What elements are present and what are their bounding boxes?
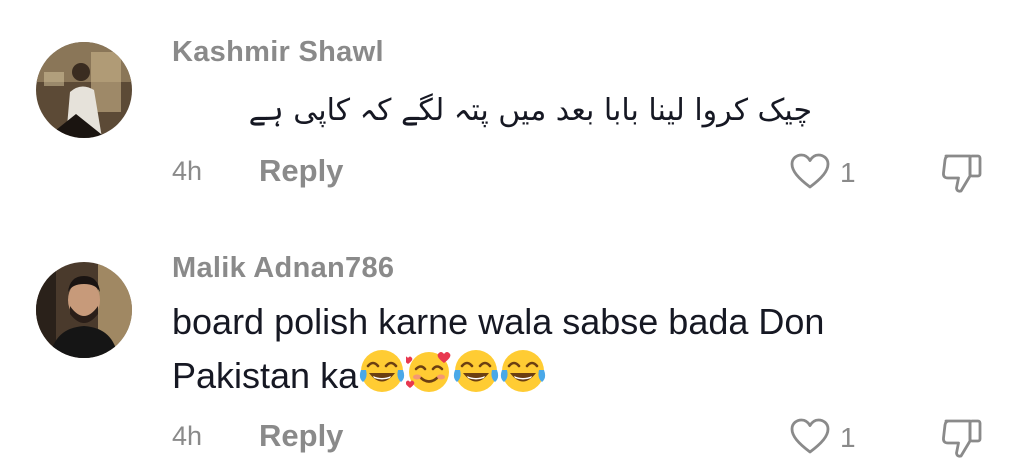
comment-item: Malik Adnan786 board polish karne wala s…	[0, 230, 1024, 476]
heart-outline-icon	[790, 153, 830, 189]
comment-text-line-1: board polish karne wala sabse bada Don	[172, 301, 825, 342]
heart-outline-icon	[790, 418, 830, 454]
comment-item: Kashmir Shawl چیک کروا لینا بابا بعد میں…	[0, 0, 1024, 230]
comment-text-line-2: Pakistan ka	[172, 348, 546, 400]
avatar[interactable]	[36, 42, 132, 138]
smiling-face-with-hearts-icon	[403, 348, 452, 394]
avatar[interactable]	[36, 262, 132, 358]
comment-time: 4h	[172, 156, 203, 186]
dislike-button[interactable]	[940, 417, 984, 459]
face-with-tears-of-joy-icon	[359, 348, 405, 394]
comment-username[interactable]: Malik Adnan786	[172, 252, 394, 285]
reply-button[interactable]: Reply	[259, 153, 343, 189]
thumbs-down-outline-icon	[942, 419, 982, 458]
comment-text-line-2-text: Pakistan ka	[172, 355, 359, 396]
comment-time: 4h	[172, 421, 203, 451]
dislike-button[interactable]	[940, 152, 984, 194]
face-with-tears-of-joy-icon	[453, 348, 499, 394]
like-button[interactable]	[790, 418, 830, 456]
thumbs-down-outline-icon	[942, 154, 982, 193]
avatar-photo-icon	[36, 42, 132, 138]
comment-username[interactable]: Kashmir Shawl	[172, 36, 384, 69]
like-count: 1	[840, 157, 856, 188]
face-with-tears-of-joy-icon	[500, 348, 546, 394]
avatar-photo-icon	[36, 262, 132, 358]
like-count: 1	[840, 422, 856, 453]
reply-button[interactable]: Reply	[259, 418, 343, 454]
comment-text: چیک کروا لینا بابا بعد میں پتہ لگے کہ کا…	[248, 93, 812, 128]
like-button[interactable]	[790, 153, 830, 191]
